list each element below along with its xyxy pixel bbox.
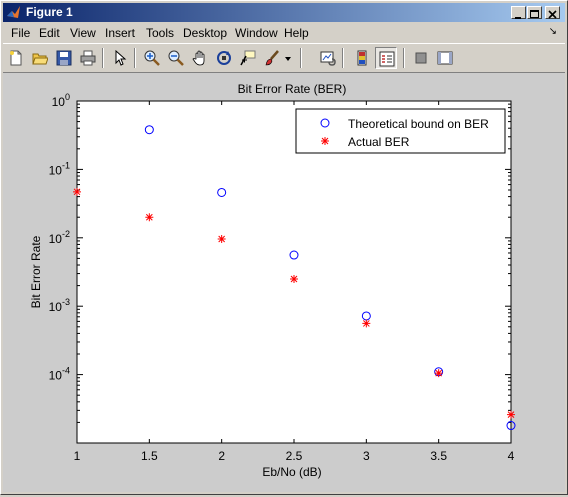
- data-cursor-button[interactable]: [237, 47, 259, 69]
- legend[interactable]: Theoretical bound on BER Actual BER: [295, 108, 506, 154]
- select-arrow-icon: [115, 50, 127, 66]
- y-tick-label: 100: [52, 92, 70, 109]
- save-icon: [56, 50, 72, 66]
- actual-ber-point: [434, 369, 443, 378]
- x-tick-label: 2.5: [286, 449, 303, 463]
- figure-canvas: Bit Error Rate (BER) 1 1.5 2 2.5 3 3.5 4 100 10-…: [3, 73, 565, 492]
- toolbar-separator: [102, 48, 104, 68]
- link-plot-button[interactable]: [317, 47, 339, 69]
- show-plot-tools-button[interactable]: [434, 47, 456, 69]
- close-button[interactable]: [545, 6, 560, 19]
- toolbar-separator: [134, 48, 136, 68]
- actual-ber-point: [507, 410, 515, 419]
- toolbar-separator: [403, 48, 405, 68]
- print-button[interactable]: [77, 47, 99, 69]
- y-tick-label: 10-2: [49, 229, 70, 246]
- menu-file[interactable]: File: [11, 26, 30, 40]
- x-tick-label: 3: [363, 449, 370, 463]
- y-tick-label: 10-1: [49, 160, 70, 177]
- window-title: Figure 1: [26, 5, 73, 19]
- x-tick-label: 1.5: [141, 449, 158, 463]
- y-tick-label: 10-3: [49, 297, 70, 314]
- menu-bar: File Edit View Insert Tools Desktop Wind…: [3, 23, 565, 42]
- hide-plot-tools-icon: [415, 52, 427, 64]
- new-figure-button[interactable]: [5, 47, 27, 69]
- x-tick-label: 3.5: [430, 449, 447, 463]
- show-plot-tools-icon: [437, 51, 453, 65]
- pan-hand-icon: [192, 50, 205, 66]
- ber-chart[interactable]: Bit Error Rate (BER) 1 1.5 2 2.5 3 3.5 4 100 10-…: [3, 73, 565, 492]
- rotate-3d-icon: [217, 51, 231, 65]
- menu-tools[interactable]: Tools: [146, 26, 174, 40]
- select-button[interactable]: [109, 47, 131, 69]
- menu-window[interactable]: Window: [235, 26, 278, 40]
- brush-dropdown[interactable]: [282, 47, 294, 69]
- menu-help[interactable]: Help: [284, 26, 309, 40]
- menu-view[interactable]: View: [70, 26, 96, 40]
- brush-icon: [265, 50, 279, 66]
- legend-star-marker: [321, 137, 329, 145]
- x-tick-label: 4: [508, 449, 515, 463]
- zoom-out-button[interactable]: [165, 47, 187, 69]
- actual-ber-point: [362, 319, 371, 328]
- zoom-in-icon: [144, 50, 160, 66]
- colorbar-icon: [357, 50, 367, 66]
- x-axis-label: Eb/No (dB): [262, 465, 321, 479]
- zoom-out-icon: [168, 50, 184, 66]
- minimize-icon: [515, 17, 521, 19]
- maximize-button[interactable]: [527, 6, 542, 19]
- rotate-3d-button[interactable]: [213, 47, 235, 69]
- dock-arrow-icon[interactable]: ↘: [549, 26, 557, 37]
- matlab-logo-icon: [7, 6, 20, 18]
- legend-icon: [379, 51, 395, 67]
- actual-ber-point: [290, 274, 298, 283]
- brush-button[interactable]: [261, 47, 283, 69]
- x-tick-label: 2: [218, 449, 225, 463]
- save-button[interactable]: [53, 47, 75, 69]
- maximize-icon: [530, 10, 539, 18]
- y-tick-label: 10-4: [49, 366, 70, 383]
- insert-legend-button[interactable]: [375, 47, 397, 69]
- open-file-button[interactable]: [29, 47, 51, 69]
- link-plot-icon: [320, 51, 336, 66]
- hide-plot-tools-button[interactable]: [410, 47, 432, 69]
- actual-ber-point: [217, 235, 226, 244]
- zoom-in-button[interactable]: [141, 47, 163, 69]
- menu-edit[interactable]: Edit: [39, 26, 60, 40]
- figure-window: Figure 1 File Edit View Insert Tools Des…: [0, 0, 568, 495]
- insert-colorbar-button[interactable]: [351, 47, 373, 69]
- chart-title: Bit Error Rate (BER): [238, 82, 347, 96]
- y-axis-label: Bit Error Rate: [29, 235, 43, 308]
- new-figure-icon: [10, 50, 22, 66]
- toolbar-separator: [342, 48, 344, 68]
- legend-entry-actual: Actual BER: [348, 135, 410, 149]
- minimize-button[interactable]: [511, 6, 526, 19]
- actual-ber-point: [145, 213, 154, 222]
- actual-ber-point: [73, 187, 81, 196]
- pan-button[interactable]: [189, 47, 211, 69]
- menu-insert[interactable]: Insert: [105, 26, 135, 40]
- close-icon: [548, 10, 557, 19]
- x-tick-label: 1: [74, 449, 81, 463]
- title-bar[interactable]: Figure 1: [3, 3, 565, 22]
- print-icon: [80, 50, 96, 66]
- legend-entry-theoretical: Theoretical bound on BER: [348, 117, 489, 131]
- data-cursor-icon: [240, 50, 256, 66]
- toolbar-separator: [300, 48, 302, 68]
- figure-toolbar: [3, 43, 565, 73]
- menu-desktop[interactable]: Desktop: [183, 26, 227, 40]
- open-file-icon: [32, 53, 48, 65]
- chevron-down-icon: [285, 57, 291, 61]
